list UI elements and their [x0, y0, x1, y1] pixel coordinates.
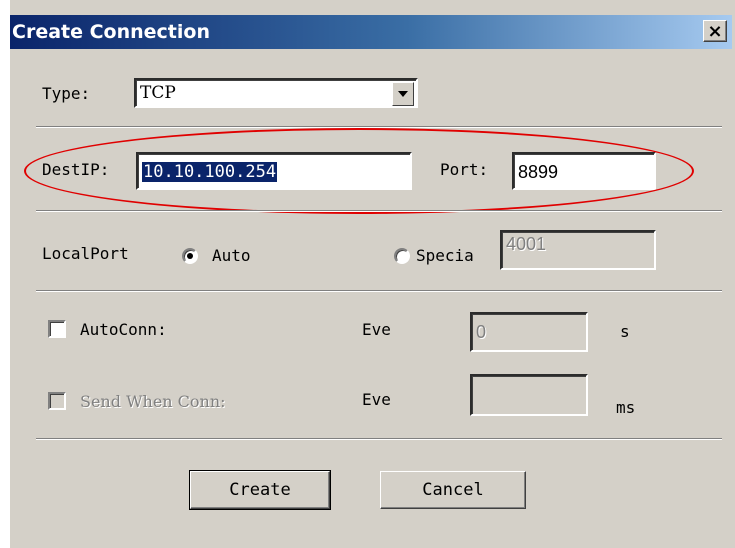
- window-title: Create Connection: [12, 21, 210, 43]
- cancel-button[interactable]: Cancel: [380, 471, 526, 509]
- specia-port-value: 4001: [506, 234, 547, 254]
- autoconn-checkbox[interactable]: [48, 320, 66, 338]
- create-button[interactable]: Create: [190, 471, 330, 509]
- specia-label[interactable]: Specia: [416, 246, 474, 265]
- sendwhen-unit: ms: [616, 398, 636, 417]
- type-label: Type:: [42, 84, 91, 103]
- port-input[interactable]: 8899: [512, 152, 656, 190]
- localport-label: LocalPort: [42, 244, 129, 263]
- separator: [36, 126, 722, 128]
- edge-artifact: [0, 0, 10, 548]
- sendwhen-eve-label: Eve: [362, 390, 391, 409]
- autoconn-unit: s: [620, 322, 630, 341]
- auto-label[interactable]: Auto: [212, 246, 251, 265]
- autoconn-label[interactable]: AutoConn:: [80, 320, 167, 339]
- destip-input[interactable]: 10.10.100.254: [136, 152, 412, 190]
- autoconn-interval-value: 0: [476, 322, 487, 342]
- radio-dot-icon: [187, 253, 193, 259]
- specia-port-input[interactable]: 4001: [500, 230, 656, 270]
- auto-radio[interactable]: [182, 248, 198, 264]
- port-label: Port:: [440, 160, 489, 179]
- autoconn-eve-label: Eve: [362, 320, 391, 339]
- close-icon: ×: [707, 20, 723, 42]
- sendwhen-label[interactable]: Send When Conn:: [80, 392, 226, 411]
- type-select-value: TCP: [140, 83, 176, 103]
- create-connection-dialog: Create Connection × Type: TCP DestIP: 10…: [0, 0, 735, 548]
- close-button[interactable]: ×: [703, 20, 727, 42]
- port-value: 8899: [518, 162, 559, 182]
- chevron-down-icon[interactable]: [392, 82, 414, 106]
- sendwhen-interval-input[interactable]: [470, 374, 588, 416]
- autoconn-interval-input[interactable]: 0: [470, 312, 588, 352]
- sendwhen-checkbox[interactable]: [48, 392, 66, 410]
- separator: [36, 438, 722, 440]
- separator: [36, 290, 722, 292]
- specia-radio[interactable]: [394, 248, 410, 264]
- destip-label: DestIP:: [42, 160, 110, 179]
- destip-value: 10.10.100.254: [142, 162, 278, 182]
- type-select[interactable]: TCP: [134, 78, 418, 108]
- separator: [36, 210, 722, 212]
